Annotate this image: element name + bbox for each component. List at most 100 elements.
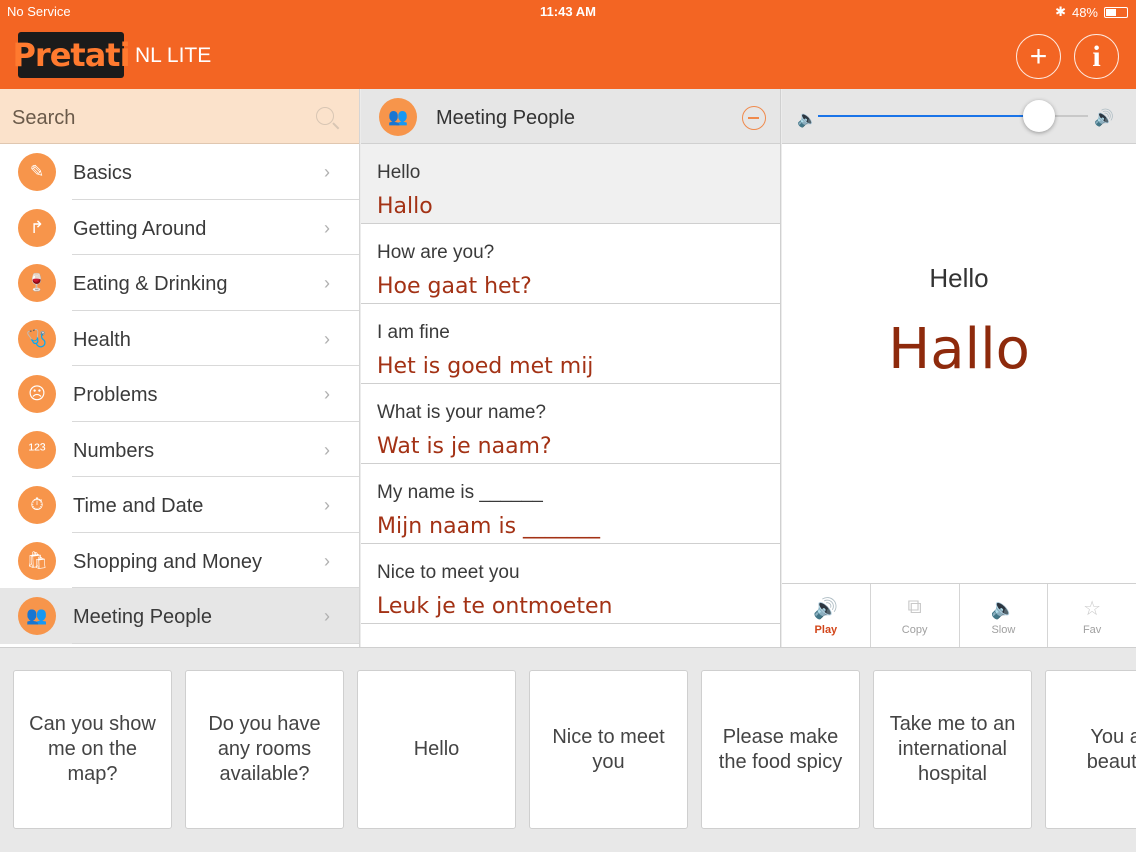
phrase-english: How are you? bbox=[377, 242, 495, 263]
phrase-english: What is your name? bbox=[377, 402, 546, 423]
chevron-right-icon: › bbox=[324, 217, 330, 238]
phrase-row[interactable]: Hello Hallo bbox=[361, 144, 780, 224]
phrase-card-text: Nice to meet you bbox=[552, 725, 665, 773]
add-button[interactable]: + bbox=[1016, 34, 1061, 79]
turn-arrow-icon: ↱ bbox=[18, 208, 56, 247]
search-icon bbox=[316, 107, 334, 125]
phrase-card[interactable]: Hello bbox=[357, 670, 516, 829]
chevron-right-icon: › bbox=[324, 162, 330, 182]
action-toolbar: 🔊 Play ⧉ Copy 🔈 Slow ☆ Fav bbox=[782, 583, 1136, 647]
phrase-row[interactable]: What is your name? Wat is je naam? bbox=[361, 384, 780, 464]
action-label: Copy bbox=[901, 624, 928, 636]
phrase-english: My name is ______ bbox=[377, 482, 543, 503]
slow-button[interactable]: 🔈 Slow bbox=[960, 584, 1049, 647]
action-label: Slow bbox=[991, 624, 1016, 636]
sidebar-item-basics[interactable]: ✎ Basics › bbox=[0, 144, 359, 200]
phrase-english: Nice to meet you bbox=[377, 562, 520, 583]
sidebar-item-meeting-people[interactable]: 👥 Meeting People › bbox=[0, 588, 359, 644]
sidebar-item-label: Numbers bbox=[73, 439, 155, 462]
phrase-card[interactable]: Can you show me on the map? bbox=[13, 670, 172, 829]
app-logo: Pretati bbox=[12, 32, 131, 78]
action-label: Fav bbox=[1082, 624, 1102, 636]
volume-high-icon: 🔊 bbox=[1094, 110, 1114, 127]
volume-slider-thumb[interactable] bbox=[1023, 100, 1056, 132]
sidebar-item-health[interactable]: 🩺 Health › bbox=[0, 310, 359, 366]
sidebar-item-label: Meeting People bbox=[73, 606, 212, 628]
phrase-row[interactable]: Nice to meet you Leuk je te ontmoeten bbox=[361, 544, 780, 624]
phrase-list: Hello Hallo How are you? Hoe gaat het? I am … bbox=[361, 144, 780, 624]
search-bar[interactable]: Search bbox=[0, 89, 359, 144]
phrase-dutch: Het is goed met mij bbox=[377, 354, 594, 379]
category-list: ✎ Basics › ↱ Getting Around › 🍷 Eating & Drinki… bbox=[0, 144, 359, 644]
sidebar-item-eating-drinking[interactable]: 🍷 Eating & Drinking › bbox=[0, 255, 359, 311]
clock-icon: ⏱ bbox=[18, 486, 56, 524]
shopping-bag-icon: 🛍 bbox=[18, 541, 56, 580]
sidebar-item-label: Health bbox=[73, 328, 131, 351]
chevron-right-icon: › bbox=[324, 384, 330, 404]
app-title: NL LITE bbox=[135, 44, 212, 67]
phrase-card-text: Do you have any rooms available? bbox=[208, 713, 321, 785]
info-button[interactable]: i bbox=[1074, 34, 1119, 79]
speaker-icon: 🔊 bbox=[813, 598, 839, 620]
sidebar-item-getting-around[interactable]: ↱ Getting Around › bbox=[0, 199, 359, 255]
chevron-right-icon: › bbox=[324, 550, 330, 571]
phrase-dutch: Hallo bbox=[377, 194, 433, 219]
stethoscope-icon: 🩺 bbox=[18, 319, 56, 358]
phrase-list-panel: 👥 Meeting People Hello Hallo How are you? H… bbox=[361, 89, 781, 647]
phrase-card-text: Please make the food spicy bbox=[718, 725, 843, 773]
phrase-list-title: Meeting People bbox=[436, 107, 575, 129]
phrase-card[interactable]: Do you have any rooms available? bbox=[185, 670, 344, 829]
copy-button[interactable]: ⧉ Copy bbox=[871, 584, 960, 647]
sidebar-item-label: Shopping and Money bbox=[73, 550, 263, 573]
sidebar-item-label: Problems bbox=[73, 384, 158, 406]
copy-icon: ⧉ bbox=[907, 596, 922, 618]
phrase-row[interactable]: My name is ______ Mijn naam is _______ bbox=[361, 464, 780, 544]
plus-icon: + bbox=[1029, 39, 1048, 73]
phrase-card[interactable]: You are beautiful bbox=[1045, 670, 1136, 829]
star-icon: ☆ bbox=[1083, 598, 1102, 620]
sidebar-item-problems[interactable]: ☹ Problems › bbox=[0, 366, 359, 422]
app-header: No Service 11:43 AM ✱ 48% Pretati NL LIT… bbox=[0, 0, 1136, 89]
chevron-right-icon: › bbox=[324, 273, 330, 293]
numbers-icon: ¹²³ bbox=[18, 430, 56, 469]
phrase-card-text: Take me to an international hospital bbox=[889, 713, 1016, 785]
phrase-dutch: Leuk je te ontmoeten bbox=[377, 594, 613, 619]
sidebar-item-numbers[interactable]: ¹²³ Numbers › bbox=[0, 421, 359, 477]
play-button[interactable]: 🔊 Play bbox=[782, 584, 871, 647]
chevron-right-icon: › bbox=[324, 606, 330, 626]
collapse-button[interactable] bbox=[742, 106, 766, 130]
volume-slider-fill bbox=[818, 115, 1040, 117]
wine-glass-icon: 🍷 bbox=[18, 264, 56, 302]
phrase-dutch: Wat is je naam? bbox=[377, 434, 552, 459]
chevron-right-icon: › bbox=[324, 439, 330, 460]
phrase-row[interactable]: I am fine Het is goed met mij bbox=[361, 304, 780, 384]
category-sidebar: Search ✎ Basics › ↱ Getting Around › 🍷 Eating &… bbox=[0, 89, 360, 647]
phrase-english: I am fine bbox=[377, 322, 450, 343]
phrase-card-text: Hello bbox=[413, 738, 460, 760]
status-bar: No Service 11:43 AM ✱ 48% bbox=[0, 0, 1136, 24]
battery-percent: 48% bbox=[1071, 4, 1098, 20]
detail-english-text: Hello bbox=[929, 263, 989, 293]
pencil-icon: ✎ bbox=[18, 153, 56, 191]
app-window: No Service 11:43 AM ✱ 48% Pretati NL LIT… bbox=[0, 0, 1136, 852]
sidebar-item-time-and-date[interactable]: ⏱ Time and Date › bbox=[0, 477, 359, 533]
chevron-right-icon: › bbox=[324, 328, 330, 349]
detail-panel: 🔈 🔊 Hello Hallo 🔊 Play ⧉ Copy 🔈 Slow ☆ Fav bbox=[782, 89, 1136, 647]
fav-button[interactable]: ☆ Fav bbox=[1048, 584, 1136, 647]
action-label: Play bbox=[814, 624, 838, 636]
sidebar-item-label: Getting Around bbox=[73, 217, 207, 240]
sidebar-item-shopping-and-money[interactable]: 🛍 Shopping and Money › bbox=[0, 532, 359, 588]
phrase-card[interactable]: Please make the food spicy bbox=[701, 670, 860, 829]
clock-text: 11:43 AM bbox=[540, 4, 596, 19]
bluetooth-icon: ✱ bbox=[1055, 4, 1066, 19]
phrase-card-text: Can you show me on the map? bbox=[29, 713, 156, 785]
phrase-card-text: You are beautiful bbox=[1086, 725, 1136, 773]
suggestion-strip: Can you show me on the map? Do you have a… bbox=[0, 647, 1136, 852]
search-input[interactable]: Search bbox=[12, 107, 75, 130]
phrase-card[interactable]: Nice to meet you bbox=[529, 670, 688, 829]
sidebar-item-label: Basics bbox=[73, 162, 132, 184]
phrase-row[interactable]: How are you? Hoe gaat het? bbox=[361, 224, 780, 304]
sidebar-item-label: Time and Date bbox=[73, 495, 204, 517]
phrase-card[interactable]: Take me to an international hospital bbox=[873, 670, 1032, 829]
detail-dutch-text: Hallo bbox=[888, 317, 1030, 382]
